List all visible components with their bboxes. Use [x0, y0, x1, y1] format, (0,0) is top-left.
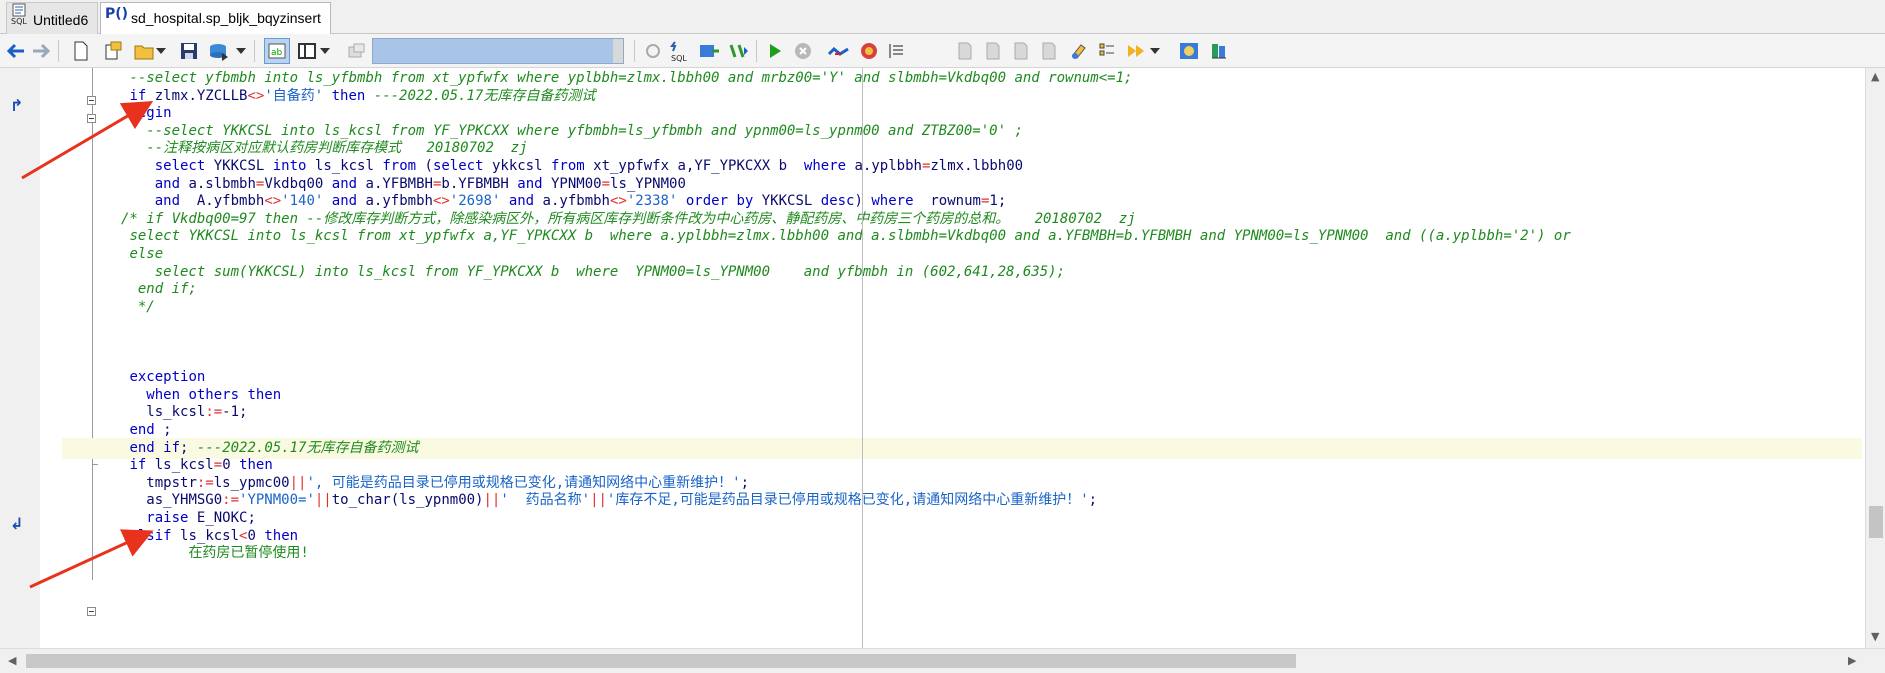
books-icon[interactable]: [1206, 38, 1232, 64]
save-to-db-icon[interactable]: [206, 38, 232, 64]
tab-untitled6[interactable]: SQL Untitled6: [6, 2, 98, 34]
scroll-down-icon[interactable]: ▼: [1871, 630, 1879, 643]
chevron-down-icon[interactable]: [1148, 38, 1162, 64]
save-icon[interactable]: [176, 38, 202, 64]
disabled-tool-icon[interactable]: [344, 38, 370, 64]
svg-text:SQL: SQL: [671, 54, 687, 62]
disabled-doc-icon[interactable]: [1036, 38, 1062, 64]
svg-text:P(): P(): [105, 6, 127, 22]
code-area[interactable]: --select yfbmbh into ls_yfbmbh from xt_y…: [62, 68, 1862, 648]
run-icon[interactable]: [762, 38, 788, 64]
code-line[interactable]: select sum(YKKCSL) into ls_kcsl from YF_…: [62, 262, 1065, 283]
right-margin-line: [862, 68, 863, 648]
stop-icon[interactable]: [790, 38, 816, 64]
scroll-up-icon[interactable]: ▲: [1871, 70, 1879, 83]
editor-tab-bar: SQL Untitled6 P() sd_hospital.sp_bljk_bq…: [0, 0, 1885, 35]
scroll-right-icon[interactable]: ▶: [1848, 654, 1856, 667]
fold-margin: [40, 68, 98, 648]
vertical-scrollbar[interactable]: ▲ ▼: [1865, 68, 1885, 648]
chevron-down-icon[interactable]: [318, 38, 332, 64]
disabled-doc-icon[interactable]: [980, 38, 1006, 64]
new-document-icon[interactable]: [68, 38, 94, 64]
refresh-icon[interactable]: [640, 38, 666, 64]
sql-icon: SQL: [11, 3, 29, 36]
sql-query-icon[interactable]: SQL: [666, 38, 692, 64]
svg-text:SQL: SQL: [11, 17, 27, 25]
chevron-down-icon[interactable]: [154, 38, 168, 64]
tab-sp-bljk-bqyzinsert[interactable]: P() sd_hospital.sp_bljk_bqyzinsert: [100, 2, 331, 35]
outline-icon[interactable]: [1094, 38, 1120, 64]
text-highlight-toggle-icon[interactable]: ab: [264, 38, 290, 64]
tree-expand-icon[interactable]: [726, 38, 752, 64]
code-editor[interactable]: --select yfbmbh into ls_yfbmbh from xt_y…: [0, 68, 1885, 648]
vertical-scroll-thumb[interactable]: [1869, 506, 1883, 538]
layout-panel-icon[interactable]: [294, 38, 320, 64]
forward-arrow-icon[interactable]: [28, 38, 54, 64]
svg-text:ab: ab: [271, 48, 283, 58]
clear-icon[interactable]: [1066, 38, 1092, 64]
compile-icon[interactable]: [696, 38, 722, 64]
block-start-marker-icon: ↱: [10, 96, 24, 115]
toolbar: ab SQL: [0, 34, 1885, 68]
new-from-template-icon[interactable]: [100, 38, 126, 64]
code-line[interactable]: */: [62, 297, 155, 318]
chevron-down-icon[interactable]: [234, 38, 248, 64]
code-line[interactable]: 在药房已暂停使用!: [62, 543, 308, 564]
fast-forward-icon[interactable]: [1124, 38, 1150, 64]
procedure-icon: P(): [105, 3, 128, 33]
back-arrow-icon[interactable]: [3, 38, 29, 64]
step-over-icon[interactable]: [826, 38, 852, 64]
tab-label: Untitled6: [33, 11, 89, 28]
help-icon[interactable]: [1176, 38, 1202, 64]
horizontal-scroll-thumb[interactable]: [26, 654, 1296, 668]
block-end-marker-icon: ↲: [10, 514, 24, 533]
disabled-doc-icon[interactable]: [1008, 38, 1034, 64]
indent-icon[interactable]: [884, 38, 910, 64]
tab-label: sd_hospital.sp_bljk_bqyzinsert: [131, 10, 321, 26]
scroll-left-icon[interactable]: ◀: [8, 654, 16, 667]
editor-gutter: [0, 68, 41, 648]
debug-bug-icon[interactable]: [856, 38, 882, 64]
code-line[interactable]: end if; ---2022.05.17无库存自备药测试: [62, 437, 1862, 459]
connection-combo[interactable]: [372, 38, 624, 64]
disabled-doc-icon[interactable]: [952, 38, 978, 64]
code-line[interactable]: select YKKCSL into ls_kcsl from xt_ypfwf…: [62, 226, 1570, 247]
horizontal-scrollbar[interactable]: ◀ ▶: [0, 648, 1885, 673]
